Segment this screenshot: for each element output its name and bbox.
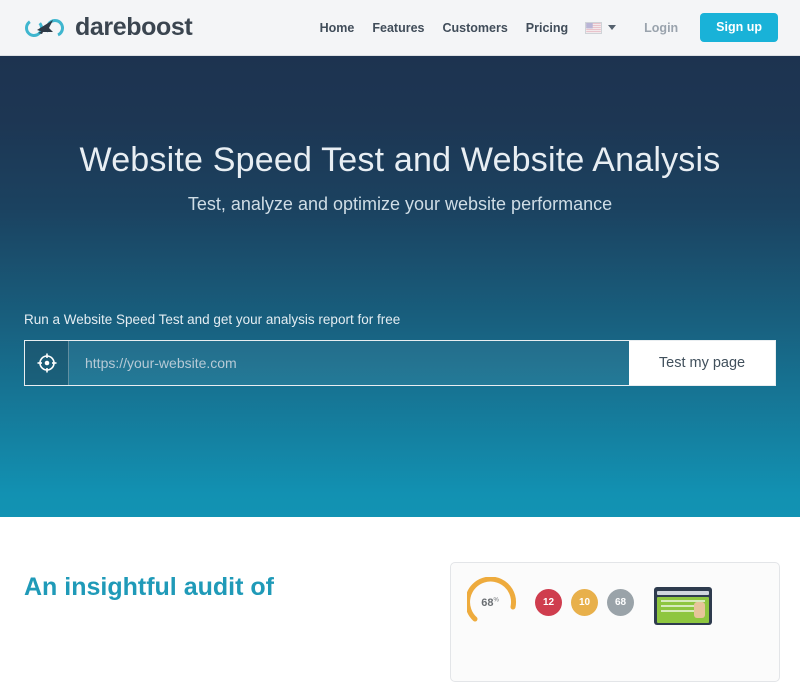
- page-title: Website Speed Test and Website Analysis: [79, 141, 721, 179]
- nav-link-features[interactable]: Features: [363, 21, 433, 35]
- score-gauge: 68%: [467, 577, 521, 631]
- site-header: dareboost Home Features Customers Pricin…: [0, 0, 800, 56]
- nav-link-pricing[interactable]: Pricing: [517, 21, 577, 35]
- form-label: Run a Website Speed Test and get your an…: [24, 312, 401, 327]
- thumbnail-titlebar: [657, 591, 709, 595]
- score-gauge-number: 68: [481, 597, 494, 609]
- section-heading: An insightful audit of: [24, 573, 274, 601]
- page-subtitle: Test, analyze and optimize your website …: [187, 194, 613, 215]
- language-selector[interactable]: [585, 21, 617, 34]
- us-flag-icon: [585, 21, 603, 34]
- url-input[interactable]: [69, 341, 629, 385]
- thumbnail-body: [657, 597, 709, 623]
- brand-name: dareboost: [75, 13, 193, 41]
- nav-link-customers[interactable]: Customers: [433, 21, 516, 35]
- thumbnail-image-block: [694, 602, 705, 618]
- main-navigation: Home Features Customers Pricing Login Si…: [311, 13, 778, 42]
- hero-section: Website Speed Test and Website Analysis …: [0, 56, 800, 517]
- login-link[interactable]: Login: [638, 21, 684, 35]
- crosshair-target-icon[interactable]: [25, 341, 69, 385]
- test-my-page-button[interactable]: Test my page: [629, 341, 775, 385]
- nav-link-home[interactable]: Home: [311, 21, 364, 35]
- brand-logo-link[interactable]: dareboost: [24, 13, 193, 41]
- badge-errors: 12: [535, 589, 562, 616]
- badge-warnings: 10: [571, 589, 598, 616]
- speed-test-form: Test my page: [24, 340, 776, 386]
- metric-badges: 12 10 68: [535, 577, 634, 616]
- signup-button[interactable]: Sign up: [700, 13, 778, 42]
- speed-test-form-zone: Run a Website Speed Test and get your an…: [24, 312, 776, 386]
- chevron-down-icon: [608, 25, 617, 30]
- score-gauge-unit: %: [493, 597, 499, 604]
- score-gauge-value: 68%: [467, 597, 513, 609]
- report-preview-card[interactable]: 68% 12 10 68: [450, 562, 780, 682]
- badge-info: 68: [607, 589, 634, 616]
- page-screenshot-thumbnail-icon: [654, 587, 712, 625]
- dareboost-infinity-rocket-logo-icon: [24, 15, 66, 41]
